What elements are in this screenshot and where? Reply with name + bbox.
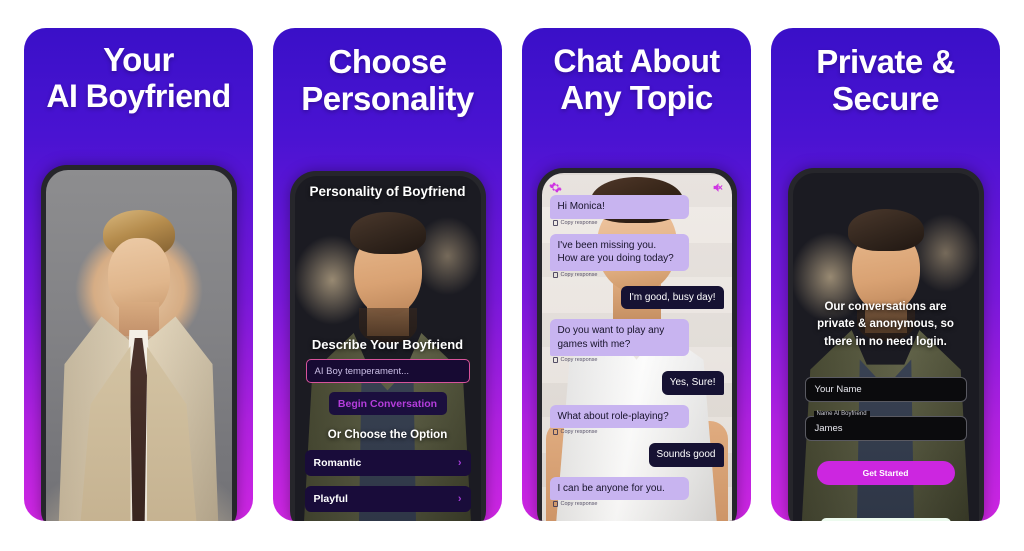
or-choose-option-label: Or Choose the Option [327,429,448,441]
card4-headline-line1: Private & [816,43,955,80]
get-started-button[interactable]: Get Started [816,461,955,485]
photo-hair [349,212,426,254]
chat-bubble-ai: I can be anyone for you. [549,476,689,500]
copy-response-label: Copy response [560,219,598,226]
preview-card-your-ai-boyfriend[interactable]: Your AI Boyfriend [24,28,253,521]
begin-conversation-label: Begin Conversation [337,397,438,410]
card4-headline: Private & Secure [771,28,1000,118]
copy-response-action[interactable]: Copy response [552,271,724,278]
copy-icon [552,501,558,507]
chat-row-user: Yes, Sure! [550,371,724,396]
copy-response-action[interactable]: Copy response [552,501,724,507]
phone-mockup-2: Personality of Boyfriend Describe Your B… [289,171,486,521]
copy-response-action[interactable]: Copy response [552,219,724,226]
copy-response-label: Copy response [560,429,598,435]
personality-option-list: Romantic › Playful › Optimistic › [304,450,471,521]
copy-icon [552,429,558,435]
phone-screen-1 [45,170,232,521]
describe-label: Describe Your Boyfriend [311,337,464,352]
boyfriend-name-label: Name AI Boyfriend [813,411,870,417]
copy-response-label: Copy response [560,357,598,363]
phone-mockup-1 [40,165,237,521]
chat-bubble-ai: I've been missing you. How are you doing… [549,233,689,271]
boyfriend-name-value: James [814,423,843,434]
copy-icon [552,219,558,226]
skip-button[interactable]: Skip [820,518,951,521]
phone-screen-4: Our conversations are private & anonymou… [792,173,979,521]
card2-headline-line2: Personality [301,79,474,117]
copy-icon [552,271,558,278]
phone-screen-2: Personality of Boyfriend Describe Your B… [294,176,481,521]
chat-bubble-user: Sounds good [648,443,724,467]
your-name-placeholder: Your Name [814,384,862,395]
preview-card-private-and-secure[interactable]: Private & Secure Our conversations are p… [771,28,1000,521]
chat-bubble-user: I'm good, busy day! [621,285,724,309]
chevron-right-icon: › [457,493,462,505]
chat-top-bar [542,177,732,197]
speaker-mute-icon[interactable] [712,181,725,194]
screen-title-personality: Personality of Boyfriend [309,184,466,199]
card4-headline-line2: Secure [831,79,940,117]
privacy-blurb: Our conversations are private & anonymou… [817,301,954,348]
photo-hair [847,209,924,251]
gear-icon[interactable] [548,181,562,194]
copy-response-action[interactable]: Copy response [552,357,724,363]
personality-option-romantic[interactable]: Romantic › [304,450,471,476]
app-store-preview-gallery: Your AI Boyfriend Choose Personality Per… [0,0,1024,551]
copy-response-label: Copy response [560,501,598,507]
copy-icon [552,357,558,363]
card1-headline: Your AI Boyfriend [24,28,253,115]
photo-tie [130,338,147,521]
phone-screen-3: Hi Monica! Copy response I've been missi… [541,173,732,521]
your-name-input[interactable]: Your Name [804,377,967,402]
chat-row-user: I'm good, busy day! [550,285,724,311]
chat-bubble-ai: Do you want to play any games with me? [549,319,689,356]
card2-headline-line1: Choose [328,43,447,80]
hero-photo-suited-man [45,170,232,521]
copy-response-action[interactable]: Copy response [552,429,724,435]
phone-mockup-3: Hi Monica! Copy response I've been missi… [536,168,737,521]
chat-bubble-user: Yes, Sure! [661,371,724,395]
card3-headline: Chat About Any Topic [522,28,751,117]
option-label: Romantic [313,457,362,469]
personality-option-playful[interactable]: Playful › [304,486,471,512]
card1-headline-line2: AI Boyfriend [46,77,231,114]
chat-bubble-ai: Hi Monica! [549,195,689,219]
temperament-input[interactable]: AI Boy temperament... [305,359,470,383]
preview-card-chat-about-any-topic[interactable]: Chat About Any Topic Hi Monica! Copy res… [522,28,751,521]
phone-mockup-4: Our conversations are private & anonymou… [787,168,984,521]
card2-headline: Choose Personality [273,28,502,118]
boyfriend-name-input[interactable]: Name AI Boyfriend James [804,411,967,441]
chat-bubble-ai: What about role-playing? [549,404,689,428]
option-label: Playful [313,493,348,505]
card1-headline-line1: Your [103,41,174,78]
chat-row-user: Sounds good [550,443,724,468]
card3-headline-line1: Chat About [553,43,720,79]
begin-conversation-button[interactable]: Begin Conversation [328,392,447,415]
chevron-right-icon: › [457,457,462,469]
chat-message-list[interactable]: Hi Monica! Copy response I've been missi… [542,195,732,521]
preview-card-choose-personality[interactable]: Choose Personality Personality of Boyfri… [273,28,502,521]
card3-headline-line2: Any Topic [560,78,713,116]
copy-response-label: Copy response [560,271,598,278]
temperament-input-placeholder: AI Boy temperament... [314,365,410,377]
get-started-label: Get Started [862,468,909,478]
